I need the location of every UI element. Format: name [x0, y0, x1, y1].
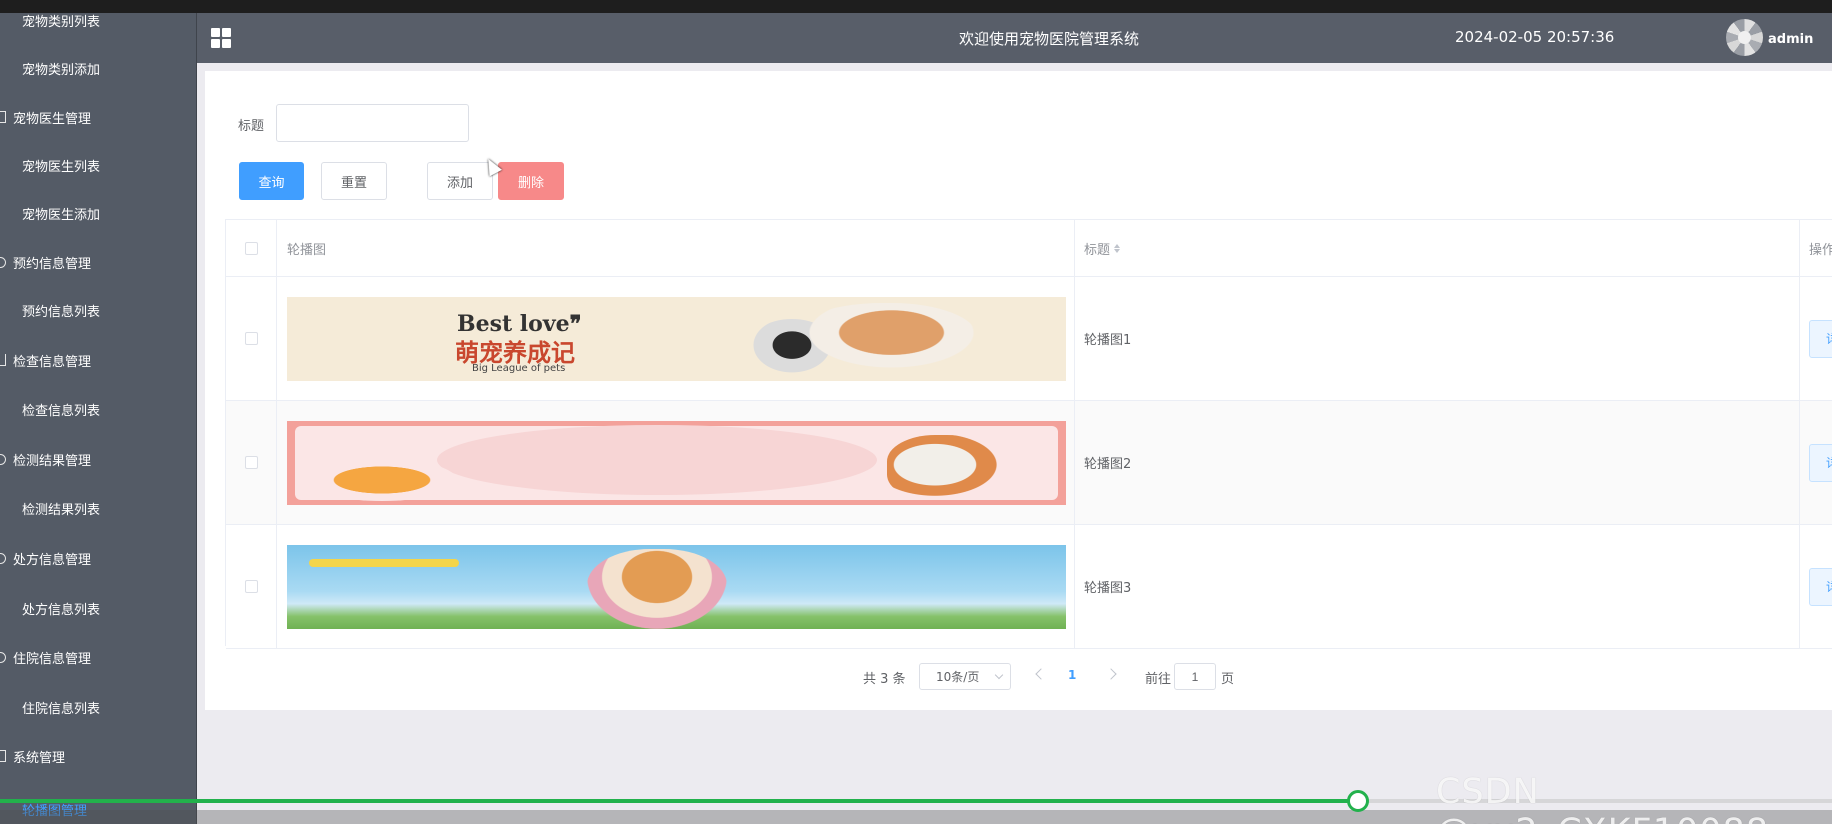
sidebar-item-label: 检测结果管理 — [13, 453, 92, 469]
video-progress-handle[interactable] — [1347, 790, 1369, 812]
page-size-select[interactable]: 10条/页 — [919, 663, 1011, 690]
watermark: CSDN @vx2_CXKF10088 — [1436, 772, 1768, 824]
sidebar-group-test-results[interactable]: 检测结果管理 — [0, 435, 196, 483]
carousel-image — [287, 544, 1066, 629]
delete-button[interactable]: 删除 — [498, 162, 564, 200]
row-checkbox[interactable] — [244, 332, 258, 345]
detail-button[interactable]: 详 — [1809, 567, 1832, 606]
sidebar-group-pet-doctor[interactable]: 宠物医生管理 — [0, 93, 196, 141]
sidebar-item-label: 宠物医生管理 — [13, 111, 92, 127]
pagination-total: 共 3 条 — [863, 672, 906, 687]
chevron-left-icon[interactable] — [1035, 668, 1047, 680]
sidebar-item-pet-doctor-add[interactable]: 宠物医生添加 — [0, 189, 196, 237]
sidebar-item-label: 处方信息管理 — [13, 552, 92, 568]
grid-menu-icon[interactable] — [211, 28, 231, 48]
chevron-right-icon[interactable] — [1105, 668, 1117, 680]
sidebar-item-label: 宠物类别列表 — [22, 14, 101, 30]
select-all-cell — [226, 220, 277, 277]
carousel-image — [287, 420, 1066, 505]
sidebar-item-test-results-list[interactable]: 检测结果列表 — [0, 484, 196, 532]
pagination: 共 3 条 10条/页 1 前往 页 — [205, 661, 1832, 691]
sidebar-item-appointment-list[interactable]: 预约信息列表 — [0, 286, 196, 334]
sidebar-item-label: 检查信息管理 — [13, 354, 92, 370]
add-button[interactable]: 添加 — [427, 162, 493, 200]
circle-icon — [0, 451, 13, 467]
sidebar-item-label: 检测结果列表 — [22, 502, 101, 518]
page-size-value: 10条/页 — [936, 670, 980, 684]
goto-page-input[interactable] — [1174, 663, 1216, 690]
sidebar-item-label: 处方信息列表 — [22, 602, 101, 618]
sidebar-item-prescription-list[interactable]: 处方信息列表 — [0, 584, 196, 632]
row-title: 轮播图1 — [1075, 277, 1800, 401]
avatar[interactable] — [1726, 19, 1763, 56]
circle-icon — [0, 254, 13, 270]
sidebar-item-pet-category-list[interactable]: 宠物类别列表 — [0, 13, 196, 44]
carousel-table: 轮播图 标题 操作 Best love❞ 萌宠养成记 Big League of… — [225, 219, 1832, 649]
sidebar-group-examination[interactable]: 检查信息管理 — [0, 336, 196, 384]
banner-caption: Big League of pets — [472, 362, 566, 374]
sidebar: 宠物类别列表 宠物类别添加 宠物医生管理 宠物医生列表 宠物医生添加 预约信息管… — [0, 13, 197, 824]
row-title: 轮播图3 — [1075, 525, 1800, 649]
sidebar-item-label: 预约信息列表 — [22, 304, 101, 320]
table-row: Best love❞ 萌宠养成记 Big League of pets 轮播图1… — [226, 277, 1832, 401]
detail-button[interactable]: 详 — [1809, 443, 1832, 482]
circle-icon — [0, 550, 13, 566]
search-title-label: 标题 — [238, 119, 265, 134]
goto-label: 前往 — [1145, 672, 1172, 687]
row-checkbox[interactable] — [244, 456, 258, 469]
reset-button[interactable]: 重置 — [321, 162, 387, 200]
column-header-title[interactable]: 标题 — [1075, 220, 1800, 277]
chevron-down-icon — [994, 670, 1004, 680]
sidebar-item-hospitalization-list[interactable]: 住院信息列表 — [0, 683, 196, 731]
sidebar-item-label: 宠物类别添加 — [22, 62, 101, 78]
sidebar-item-label: 住院信息列表 — [22, 701, 101, 717]
circle-icon — [0, 649, 13, 665]
sidebar-item-label: 检查信息列表 — [22, 403, 101, 419]
query-button[interactable]: 查询 — [239, 162, 304, 200]
detail-button[interactable]: 详 — [1809, 319, 1832, 358]
system-title: 欢迎使用宠物医院管理系统 — [959, 30, 1140, 48]
search-title-input[interactable] — [276, 104, 469, 142]
top-window-strip — [0, 0, 1832, 13]
carousel-image: Best love❞ 萌宠养成记 Big League of pets — [287, 296, 1066, 381]
bar-icon — [0, 352, 13, 368]
table-row: 轮播图2 详 — [226, 401, 1832, 525]
top-header: 欢迎使用宠物医院管理系统 2024-02-05 20:57:36 admin — [197, 13, 1832, 63]
main-content: 标题 查询 重置 添加 删除 轮播图 标题 操作 Best love❞ 萌宠养成… — [205, 71, 1832, 710]
sidebar-item-label: 宠物医生添加 — [22, 207, 101, 223]
sidebar-item-label: 宠物医生列表 — [22, 159, 101, 175]
sidebar-group-hospitalization[interactable]: 住院信息管理 — [0, 633, 196, 681]
current-datetime: 2024-02-05 20:57:36 — [1455, 28, 1615, 46]
sidebar-item-pet-category-add[interactable]: 宠物类别添加 — [0, 44, 196, 92]
sort-icon[interactable] — [1114, 243, 1121, 253]
document-icon — [0, 748, 13, 764]
table-row: 轮播图3 详 — [226, 525, 1832, 649]
select-all-checkbox[interactable] — [244, 241, 258, 255]
sidebar-item-label: 预约信息管理 — [13, 256, 92, 272]
column-header-operation: 操作 — [1800, 220, 1832, 277]
current-page-number[interactable]: 1 — [1068, 668, 1076, 682]
sidebar-group-prescription[interactable]: 处方信息管理 — [0, 534, 196, 582]
sidebar-item-label: 住院信息管理 — [13, 651, 92, 667]
sidebar-item-label: 系统管理 — [13, 750, 66, 766]
video-progress-fill — [0, 799, 1358, 803]
sidebar-group-system[interactable]: 系统管理 — [0, 732, 196, 780]
column-header-title-label: 标题 — [1084, 242, 1111, 258]
column-header-image: 轮播图 — [277, 220, 1075, 277]
username[interactable]: admin — [1768, 32, 1813, 47]
row-title: 轮播图2 — [1075, 401, 1800, 525]
sidebar-item-examination-list[interactable]: 检查信息列表 — [0, 385, 196, 433]
document-icon — [0, 109, 13, 125]
sidebar-item-pet-doctor-list[interactable]: 宠物医生列表 — [0, 141, 196, 189]
sidebar-group-appointment[interactable]: 预约信息管理 — [0, 238, 196, 286]
page-suffix-label: 页 — [1221, 672, 1235, 687]
row-checkbox[interactable] — [244, 580, 258, 593]
